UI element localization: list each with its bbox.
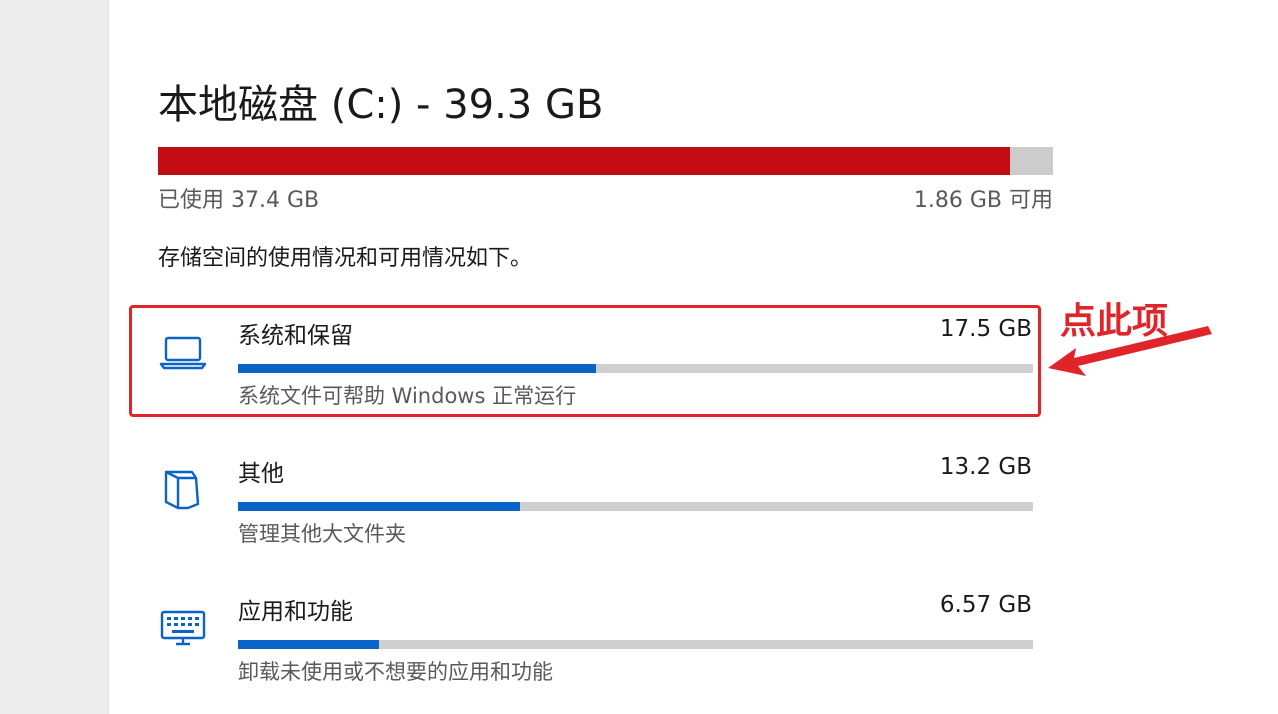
category-description: 系统文件可帮助 Windows 正常运行 (238, 384, 577, 408)
drive-usage-bar (158, 147, 1053, 175)
drive-usage-bar-fill (158, 147, 1011, 175)
category-apps-features[interactable]: 应用和功能 6.57 GB 卸载未使用或不想要的应用和功能 (130, 576, 1044, 686)
left-nav-strip (0, 0, 108, 714)
category-name: 系统和保留 (238, 323, 353, 349)
folder-icon (158, 464, 208, 514)
keyboard-icon (158, 602, 208, 652)
category-usage-bar-fill (238, 364, 596, 373)
laptop-icon (158, 326, 208, 376)
category-size: 17.5 GB (939, 316, 1032, 342)
pane-divider (108, 0, 109, 714)
category-description: 管理其他大文件夹 (238, 522, 406, 546)
storage-details-panel: 本地磁盘 (C:) - 39.3 GB 已使用 37.4 GB 1.86 GB … (158, 0, 1058, 714)
category-usage-bar (238, 502, 1033, 511)
category-size: 13.2 GB (939, 454, 1032, 480)
category-description: 卸载未使用或不想要的应用和功能 (238, 660, 553, 684)
drive-free-label: 1.86 GB 可用 (913, 188, 1053, 213)
storage-description: 存储空间的使用情况和可用情况如下。 (158, 246, 533, 271)
category-size: 6.57 GB (939, 592, 1032, 618)
category-system-reserved[interactable]: 系统和保留 17.5 GB 系统文件可帮助 Windows 正常运行 (130, 300, 1044, 410)
category-usage-bar (238, 364, 1033, 373)
category-name: 其他 (238, 461, 284, 487)
annotation-arrow-icon (1048, 326, 1212, 376)
drive-used-label: 已使用 37.4 GB (158, 188, 320, 213)
category-usage-bar (238, 640, 1033, 649)
category-name: 应用和功能 (238, 599, 353, 625)
category-other[interactable]: 其他 13.2 GB 管理其他大文件夹 (130, 438, 1044, 548)
category-usage-bar-fill (238, 502, 521, 511)
page-title: 本地磁盘 (C:) - 39.3 GB (158, 82, 604, 128)
category-usage-bar-fill (238, 640, 379, 649)
